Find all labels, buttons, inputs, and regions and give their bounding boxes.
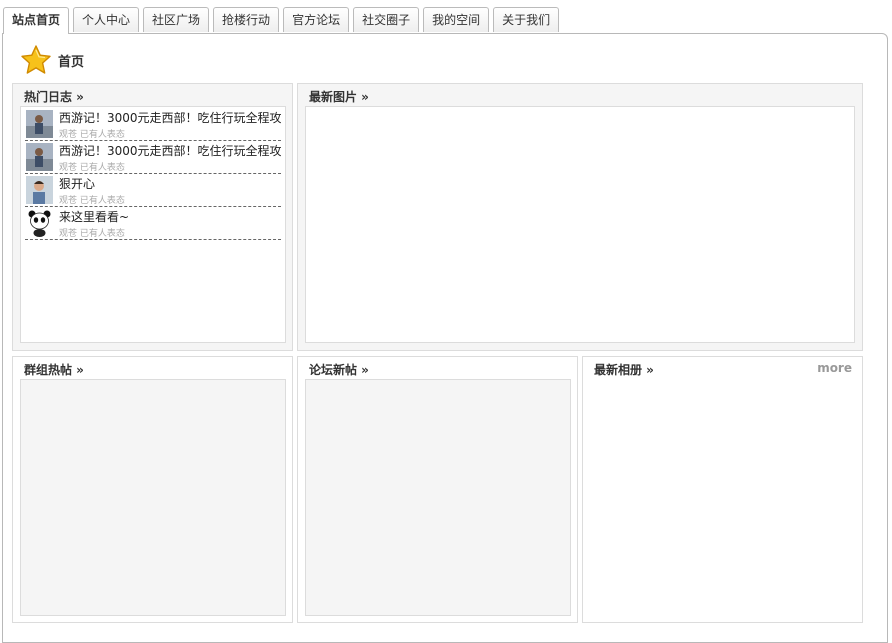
post-meta: 观苍 已有人表态	[59, 163, 125, 173]
forum-new-heading[interactable]: 论坛新帖 »	[309, 361, 369, 378]
tab-home[interactable]: 站点首页	[3, 7, 70, 34]
forum-new-panel: 论坛新帖 »	[297, 356, 578, 623]
tab-personal-center[interactable]: 个人中心	[73, 7, 140, 32]
post-meta: 观苍 已有人表态	[59, 196, 125, 206]
more-link[interactable]: more	[817, 361, 852, 375]
latest-albums-heading[interactable]: 最新相册 »	[594, 361, 654, 378]
latest-photos-panel: 最新图片 »	[297, 83, 863, 351]
latest-albums-panel: 最新相册 » more	[582, 356, 863, 623]
tab-floor-grab[interactable]: 抢楼行动	[213, 7, 280, 32]
man-avatar	[26, 176, 53, 204]
hot-blogs-panel: 热门日志 » 西游记！3000元走西部！吃住行玩全程攻 观苍 已有人表态 西游记…	[12, 83, 293, 351]
latest-photos-heading[interactable]: 最新图片 »	[309, 88, 369, 105]
hot-blogs-list: 西游记！3000元走西部！吃住行玩全程攻 观苍 已有人表态 西游记！3000元走…	[20, 106, 286, 343]
tab-community-square[interactable]: 社区广场	[143, 7, 210, 32]
post-title[interactable]: 西游记！3000元走西部！吃住行玩全程攻	[59, 142, 281, 159]
latest-photos-content	[305, 106, 855, 343]
post-meta: 观苍 已有人表态	[59, 130, 125, 140]
traveler-avatar	[26, 110, 53, 138]
nav-tabs: 站点首页 个人中心 社区广场 抢楼行动 官方论坛 社交圈子 我的空间 关于我们	[3, 7, 563, 34]
star-icon	[21, 45, 51, 74]
group-hot-panel: 群组热帖 »	[12, 356, 293, 623]
traveler-avatar	[26, 143, 53, 171]
tab-my-space[interactable]: 我的空间	[423, 7, 490, 32]
forum-new-content	[305, 379, 571, 616]
list-item[interactable]: 西游记！3000元走西部！吃住行玩全程攻 观苍 已有人表态	[25, 141, 281, 174]
page-header: 首页	[20, 44, 84, 76]
panda-avatar	[26, 209, 53, 237]
list-item[interactable]: 西游记！3000元走西部！吃住行玩全程攻 观苍 已有人表态	[25, 108, 281, 141]
post-title[interactable]: 狠开心	[59, 175, 281, 192]
group-hot-heading[interactable]: 群组热帖 »	[24, 361, 84, 378]
post-meta: 观苍 已有人表态	[59, 229, 125, 239]
post-title[interactable]: 来这里看看~	[59, 208, 281, 225]
hot-blogs-heading[interactable]: 热门日志 »	[24, 88, 84, 105]
tab-official-forum[interactable]: 官方论坛	[283, 7, 350, 32]
list-item[interactable]: 来这里看看~ 观苍 已有人表态	[25, 207, 281, 240]
group-hot-content	[20, 379, 286, 616]
page-title: 首页	[58, 54, 85, 70]
tab-about-us[interactable]: 关于我们	[493, 7, 560, 32]
tab-social-circles[interactable]: 社交圈子	[353, 7, 420, 32]
post-title[interactable]: 西游记！3000元走西部！吃住行玩全程攻	[59, 109, 281, 126]
list-item[interactable]: 狠开心 观苍 已有人表态	[25, 174, 281, 207]
